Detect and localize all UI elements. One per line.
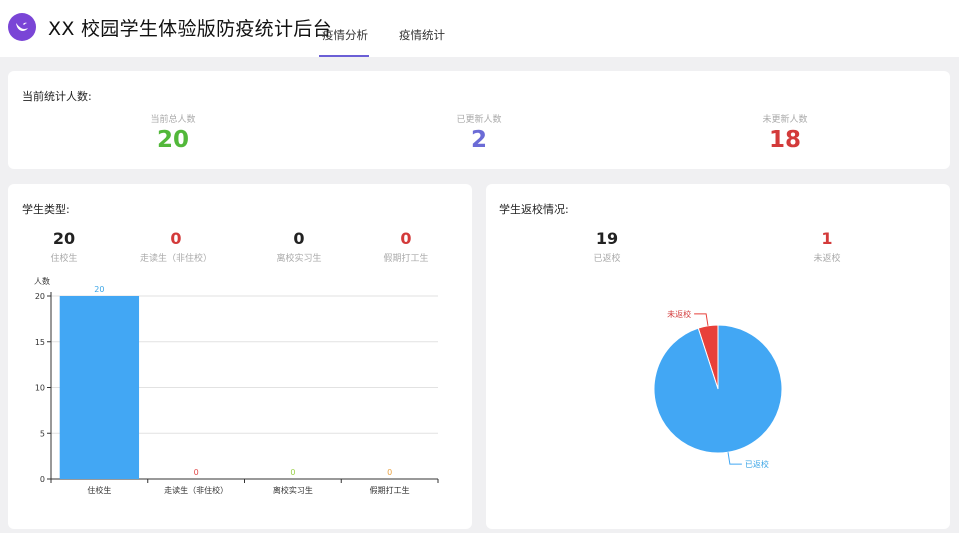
return-status-pie-chart: 未返校已返校 [653,309,783,469]
pie-leader-line-1 [694,313,709,326]
stat-updated: 已更新人数 2 [429,112,529,153]
student-types-title: 学生类型: [22,203,70,216]
student-types-card: 学生类型: 20 住校生 0 走读生（非住校） 0 离校实习生 0 假期打工生 … [8,184,472,529]
tab-epidemic-statistics[interactable]: 疫情统计 [399,27,445,43]
stat-intern: 0 离校实习生 [249,229,349,265]
stat-not-updated-label: 未更新人数 [762,115,808,125]
pie-leader-line-0 [727,452,742,465]
stat-not-returned-label: 未返校 [813,254,841,264]
top-header: XX 校园学生体验版防疫统计后台 疫情分析 疫情统计 [0,0,959,57]
stat-boarding-value: 20 [52,229,76,248]
summary-title: 当前统计人数: [22,90,92,103]
y-axis-title: 人数 [34,276,50,286]
bar-value-label-2: 0 [290,468,295,477]
stat-updated-label: 已更新人数 [456,115,502,125]
stat-returned-value: 19 [595,229,619,248]
x-tick-label-0: 住校生 [87,485,111,495]
tab-epidemic-analysis[interactable]: 疫情分析 [322,27,368,43]
stat-not-returned-value: 1 [821,229,833,248]
pie-label-0: 已返校 [745,459,769,469]
bar-0 [59,296,140,479]
stat-boarding: 20 住校生 [14,229,114,265]
stat-day-student-value: 0 [170,229,182,248]
stat-holiday-worker-label: 假期打工生 [383,254,429,264]
stat-holiday-worker: 0 假期打工生 [356,229,456,265]
x-tick-label-2: 离校实习生 [273,485,313,495]
return-status-title: 学生返校情况: [499,203,569,216]
y-tick-label-3: 15 [35,338,45,347]
stat-intern-value: 0 [293,229,305,248]
active-tab-indicator [319,55,369,57]
summary-card: 当前统计人数: 当前总人数 20 已更新人数 2 未更新人数 18 [8,71,950,169]
y-tick-label-2: 10 [35,384,45,393]
pie-label-1: 未返校 [667,309,691,319]
stat-day-student-label: 走读生（非住校） [139,254,212,264]
y-tick-label-4: 20 [35,292,45,301]
stat-updated-value: 2 [470,127,487,153]
stat-total: 当前总人数 20 [123,112,223,153]
stat-day-student: 0 走读生（非住校） [126,229,226,265]
stat-boarding-label: 住校生 [50,254,78,264]
stat-intern-label: 离校实习生 [276,254,322,264]
stat-not-updated-value: 18 [768,127,801,153]
stat-holiday-worker-value: 0 [400,229,412,248]
bar-value-label-1: 0 [194,468,199,477]
stat-not-updated: 未更新人数 18 [735,112,835,153]
return-status-card: 学生返校情况: 19 已返校 1 未返校 未返校 已返校 [486,184,950,529]
y-tick-label-0: 0 [40,475,45,484]
stat-returned-label: 已返校 [593,254,621,264]
stat-total-label: 当前总人数 [150,115,196,125]
stat-returned: 19 已返校 [557,229,657,265]
stat-not-returned: 1 未返校 [777,229,877,265]
app-logo [8,13,36,41]
y-tick-label-1: 5 [40,429,45,438]
bar-value-label-0: 20 [94,285,104,294]
bar-value-label-3: 0 [387,468,392,477]
x-tick-label-1: 走读生（非住校） [164,485,228,495]
student-type-bar-chart: 人数 0 5 10 15 20 20 住校生 0 走读生（非住校） 0 离校实习生 0 假期打工生 [34,276,439,495]
bird-logo-icon [16,22,28,31]
x-tick-label-3: 假期打工生 [370,485,410,495]
pie-slice-0 [653,324,783,454]
app-title: XX 校园学生体验版防疫统计后台 [48,18,332,40]
stat-total-value: 20 [156,127,189,153]
